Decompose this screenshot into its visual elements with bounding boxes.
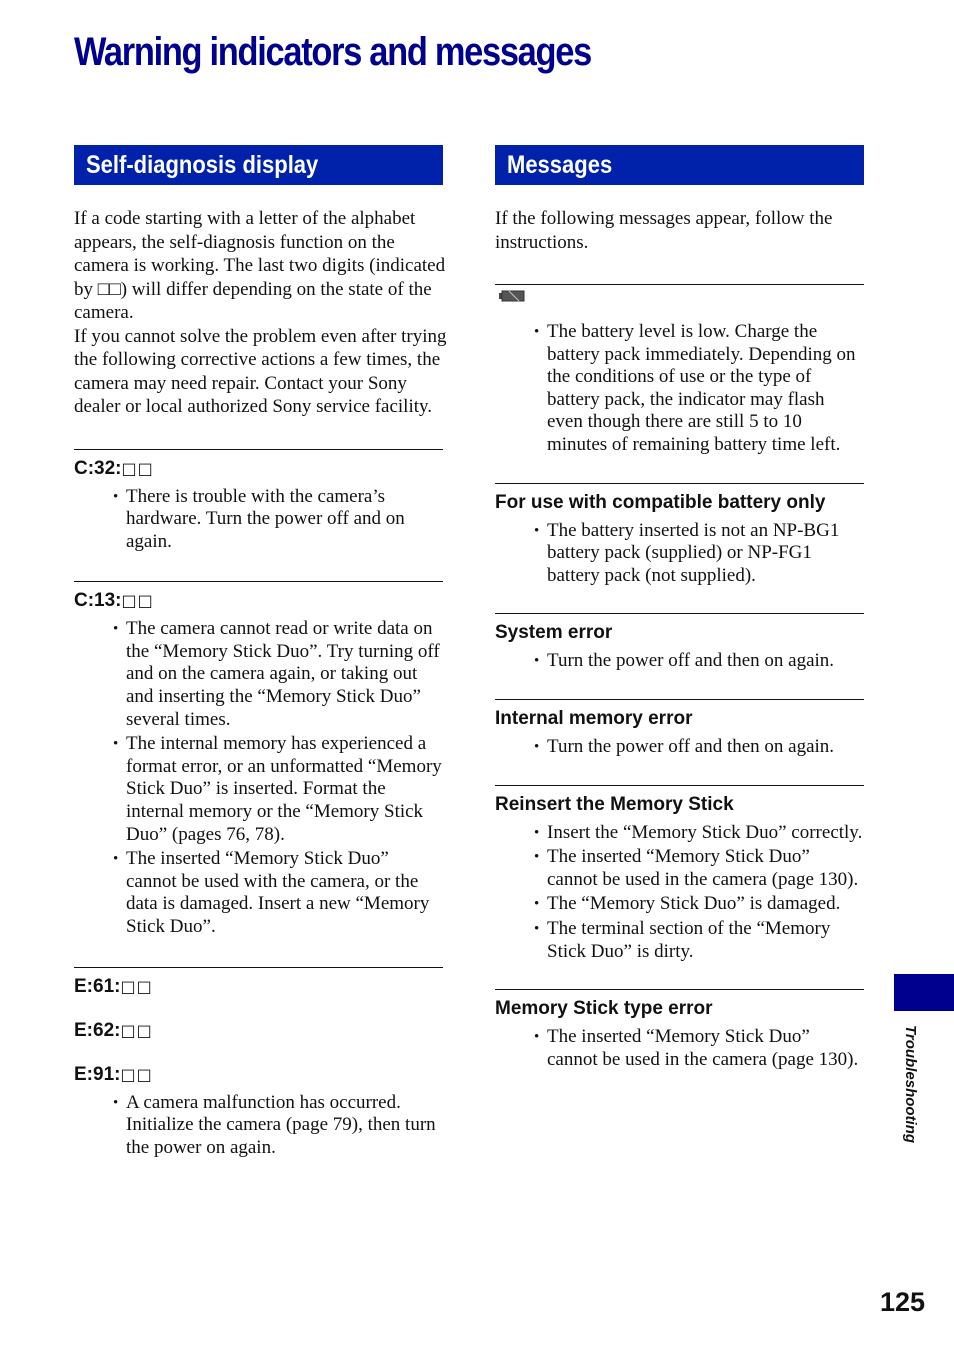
bullet-list: Insert the “Memory Stick Duo” correctly.… (495, 822, 864, 964)
bullet-item: The inserted “Memory Stick Duo” cannot b… (534, 846, 864, 891)
self-diagnosis-banner: Self-diagnosis display (74, 145, 443, 185)
code-section-e-codes: E:61:□□ E:62:□□ E:91:□□ A camera malfunc… (74, 966, 443, 1160)
bullet-list: The battery inserted is not an NP-BG1 ba… (495, 520, 864, 588)
low-battery-icon (499, 289, 525, 308)
code-section-c13: C:13:□□ The camera cannot read or write … (74, 581, 443, 938)
message-section-system-error: System error Turn the power off and then… (495, 613, 864, 673)
self-diagnosis-intro: If a code starting with a letter of the … (74, 208, 447, 417)
bullet-list: The battery level is low. Charge the bat… (495, 321, 864, 457)
bullet-item: There is trouble with the camera’s hardw… (113, 486, 443, 554)
messages-heading: Messages (507, 151, 613, 179)
bullet-item: The camera cannot read or write data on … (113, 618, 443, 731)
code-section-c32: C:32:□□ There is trouble with the camera… (74, 448, 443, 554)
bullet-item: The terminal section of the “Memory Stic… (534, 918, 864, 963)
message-section-low-battery: The battery level is low. Charge the bat… (495, 284, 864, 457)
bullet-list: The inserted “Memory Stick Duo” cannot b… (495, 1026, 864, 1071)
bullet-list: A camera malfunction has occurred. Initi… (74, 1092, 443, 1160)
error-code: E:91:□□ (74, 1063, 153, 1085)
message-section-compatible-battery: For use with compatible battery only The… (495, 482, 864, 588)
chapter-label: Troubleshooting (902, 1025, 919, 1144)
error-code: C:32:□□ (74, 457, 154, 479)
error-code: E:61:□□ (74, 975, 153, 997)
bullet-item: A camera malfunction has occurred. Initi… (113, 1092, 443, 1160)
bullet-item: The battery inserted is not an NP-BG1 ba… (534, 520, 864, 588)
message-heading: Memory Stick type error (495, 998, 713, 1020)
bullet-item: The inserted “Memory Stick Duo” cannot b… (113, 848, 443, 938)
message-heading: System error (495, 622, 613, 644)
messages-banner: Messages (495, 145, 864, 185)
bullet-item: Insert the “Memory Stick Duo” correctly. (534, 822, 864, 845)
bullet-list: The camera cannot read or write data on … (74, 618, 443, 938)
error-code: E:62:□□ (74, 1019, 153, 1041)
page-number: 125 (880, 1287, 926, 1317)
message-section-memory-stick-type-error: Memory Stick type error The inserted “Me… (495, 989, 864, 1071)
error-code: C:13:□□ (74, 590, 154, 612)
self-diagnosis-heading: Self-diagnosis display (86, 151, 319, 179)
bullet-item: The “Memory Stick Duo” is damaged. (534, 893, 864, 916)
bullet-list: Turn the power off and then on again. (495, 736, 864, 759)
message-heading: Reinsert the Memory Stick (495, 793, 734, 815)
bullet-list: There is trouble with the camera’s hardw… (74, 486, 443, 554)
bullet-item: The battery level is low. Charge the bat… (534, 321, 864, 457)
message-section-reinsert-memory-stick: Reinsert the Memory Stick Insert the “Me… (495, 784, 864, 964)
chapter-tab-marker (894, 974, 954, 1011)
message-heading: For use with compatible battery only (495, 491, 826, 513)
bullet-item: Turn the power off and then on again. (534, 736, 864, 759)
messages-intro: If the following messages appear, follow… (495, 208, 833, 253)
page-title: Warning indicators and messages (74, 30, 592, 74)
message-heading: Internal memory error (495, 707, 693, 729)
bullet-item: The inserted “Memory Stick Duo” cannot b… (534, 1026, 864, 1071)
message-section-internal-memory-error: Internal memory error Turn the power off… (495, 698, 864, 759)
self-diagnosis-column: Self-diagnosis display If a code startin… (74, 145, 447, 1161)
bullet-item: Turn the power off and then on again. (534, 650, 864, 673)
messages-column: Messages If the following messages appea… (495, 145, 864, 1073)
bullet-item: The internal memory has experienced a fo… (113, 733, 443, 846)
bullet-list: Turn the power off and then on again. (495, 650, 864, 673)
battery-indicator-row (495, 285, 864, 317)
